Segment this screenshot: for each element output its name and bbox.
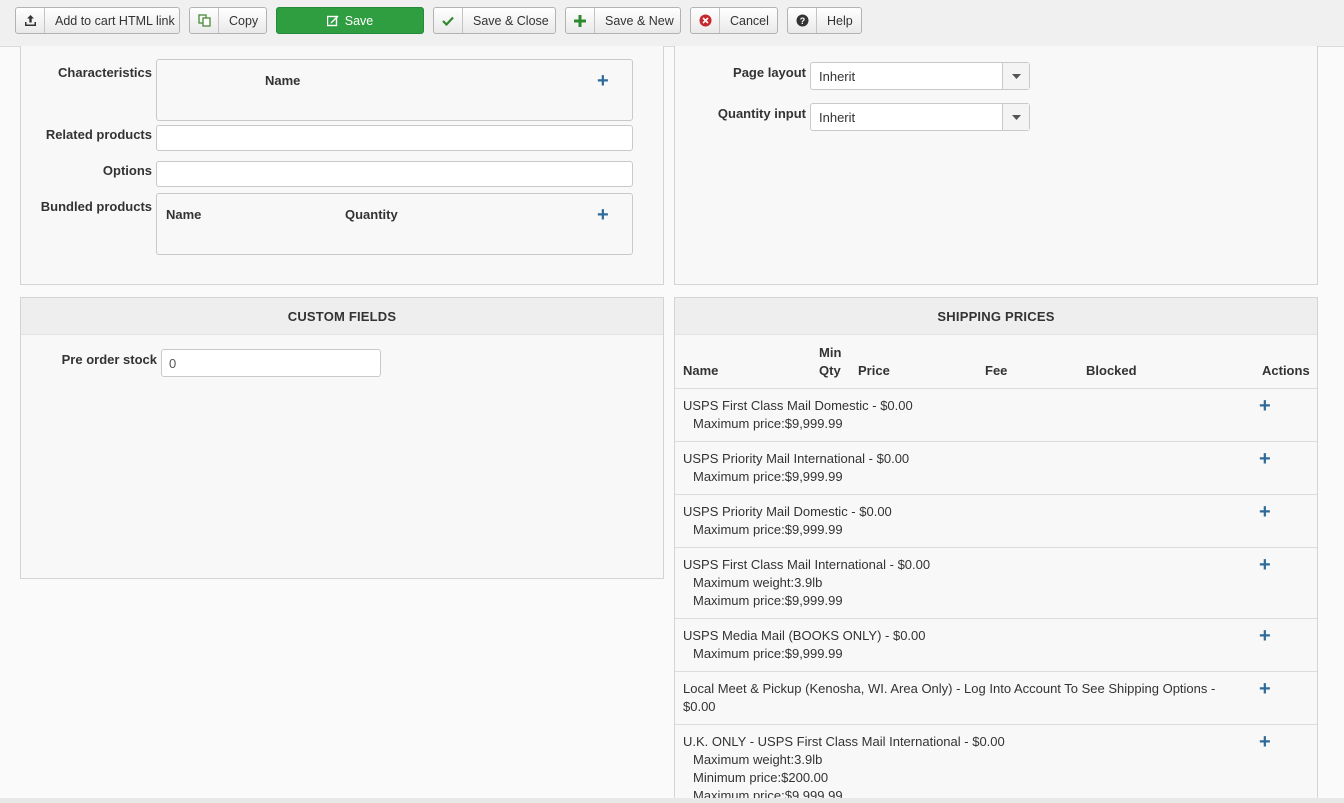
shipping-col-blocked: Blocked bbox=[1086, 363, 1137, 378]
toolbar: Add to cart HTML link Copy Save Save & C… bbox=[0, 0, 1344, 47]
shipping-row-name: USPS First Class Mail Domestic - $0.00 bbox=[683, 398, 913, 413]
shipping-row-detail: Maximum price:$9,999.99 bbox=[693, 646, 843, 661]
cancel-button[interactable]: Cancel bbox=[690, 7, 778, 34]
page-layout-value: Inherit bbox=[819, 68, 856, 84]
edit-icon bbox=[326, 15, 339, 27]
shipping-row: Local Meet & Pickup (Kenosha, WI. Area O… bbox=[675, 671, 1317, 724]
shipping-row-detail: Maximum price:$9,999.99 bbox=[693, 469, 843, 484]
pre-order-stock-input[interactable] bbox=[161, 349, 381, 377]
bundled-products-table: Name Quantity + bbox=[156, 193, 633, 255]
question-icon: ? bbox=[788, 8, 817, 33]
add-shipping-price-plus-icon[interactable]: + bbox=[1259, 449, 1271, 469]
plus-icon bbox=[566, 8, 595, 33]
characteristics-label: Characteristics bbox=[58, 65, 152, 80]
shipping-col-price: Price bbox=[858, 363, 890, 378]
characteristics-table: Name + bbox=[156, 59, 633, 121]
add-shipping-price-plus-icon[interactable]: + bbox=[1259, 626, 1271, 646]
save-and-close-button[interactable]: Save & Close bbox=[433, 7, 556, 34]
cancel-label: Cancel bbox=[730, 13, 769, 28]
shipping-row: USPS Priority Mail Domestic - $0.00 Maxi… bbox=[675, 494, 1317, 547]
upload-icon bbox=[16, 8, 45, 33]
shipping-row-detail: Maximum weight:3.9lb bbox=[693, 752, 823, 767]
save-and-new-label: Save & New bbox=[605, 13, 674, 28]
shipping-row-detail: Maximum price:$9,999.99 bbox=[693, 522, 843, 537]
characteristics-name-header: Name bbox=[265, 73, 301, 88]
horizontal-scrollbar[interactable] bbox=[0, 798, 1344, 803]
shipping-row: USPS First Class Mail Domestic - $0.00 M… bbox=[675, 388, 1317, 441]
shipping-row-name: U.K. ONLY - USPS First Class Mail Intern… bbox=[683, 734, 1005, 749]
save-and-close-label: Save & Close bbox=[473, 13, 549, 28]
quantity-input-value: Inherit bbox=[819, 109, 856, 125]
copy-label: Copy bbox=[229, 13, 259, 28]
add-shipping-price-plus-icon[interactable]: + bbox=[1259, 502, 1271, 522]
save-button[interactable]: Save bbox=[276, 7, 424, 34]
shipping-col-min: Min bbox=[819, 345, 842, 360]
shipping-row: USPS Media Mail (BOOKS ONLY) - $0.00 Max… bbox=[675, 618, 1317, 671]
shipping-row-name: USPS Media Mail (BOOKS ONLY) - $0.00 bbox=[683, 628, 926, 643]
help-button[interactable]: ? Help bbox=[787, 7, 862, 34]
display-panel: Page layout Inherit Quantity input Inher… bbox=[674, 46, 1318, 285]
help-label: Help bbox=[827, 13, 853, 28]
shipping-row-name: USPS First Class Mail International - $0… bbox=[683, 557, 931, 572]
bundled-name-header: Name bbox=[166, 207, 202, 222]
shipping-row-name: Local Meet & Pickup (Kenosha, WI. Area O… bbox=[683, 681, 1216, 714]
shipping-prices-panel: SHIPPING PRICES Name Min Qty Price Fee B… bbox=[674, 297, 1318, 803]
add-to-cart-html-link-label: Add to cart HTML link bbox=[55, 13, 175, 28]
custom-fields-title: CUSTOM FIELDS bbox=[21, 298, 663, 335]
page-layout-label: Page layout bbox=[733, 65, 806, 80]
related-products-label: Related products bbox=[45, 127, 152, 142]
options-input[interactable] bbox=[156, 161, 633, 187]
shipping-col-qty: Qty bbox=[819, 363, 841, 378]
add-shipping-price-plus-icon[interactable]: + bbox=[1259, 555, 1271, 575]
save-label: Save bbox=[344, 13, 374, 28]
shipping-row-name: USPS Priority Mail International - $0.00 bbox=[683, 451, 910, 466]
chevron-down-icon bbox=[1002, 104, 1029, 130]
custom-fields-panel: CUSTOM FIELDS Pre order stock bbox=[20, 297, 664, 579]
copy-icon bbox=[190, 8, 219, 33]
add-to-cart-html-link-button[interactable]: Add to cart HTML link bbox=[15, 7, 180, 34]
shipping-row-detail: Maximum price:$9,999.99 bbox=[693, 593, 843, 608]
shipping-row: U.K. ONLY - USPS First Class Mail Intern… bbox=[675, 724, 1317, 803]
shipping-col-name: Name bbox=[683, 363, 719, 378]
shipping-col-fee: Fee bbox=[985, 363, 1008, 378]
add-characteristic-plus-icon[interactable]: + bbox=[597, 71, 609, 91]
add-shipping-price-plus-icon[interactable]: + bbox=[1259, 732, 1271, 752]
add-shipping-price-plus-icon[interactable]: + bbox=[1259, 679, 1271, 699]
shipping-col-actions: Actions bbox=[1262, 363, 1310, 378]
shipping-row-detail: Minimum price:$200.00 bbox=[693, 770, 829, 785]
page-layout-select[interactable]: Inherit bbox=[810, 62, 1030, 90]
svg-text:?: ? bbox=[799, 16, 805, 26]
copy-button[interactable]: Copy bbox=[189, 7, 267, 34]
cancel-icon bbox=[691, 8, 720, 33]
check-icon bbox=[434, 8, 463, 33]
quantity-input-select[interactable]: Inherit bbox=[810, 103, 1030, 131]
bundled-products-label: Bundled products bbox=[40, 199, 152, 214]
shipping-row: USPS Priority Mail International - $0.00… bbox=[675, 441, 1317, 494]
save-and-new-button[interactable]: Save & New bbox=[565, 7, 681, 34]
add-bundled-product-plus-icon[interactable]: + bbox=[597, 205, 609, 225]
quantity-input-label: Quantity input bbox=[717, 106, 806, 121]
shipping-row-detail: Maximum price:$9,999.99 bbox=[693, 416, 843, 431]
shipping-prices-title: SHIPPING PRICES bbox=[675, 298, 1317, 335]
options-label: Options bbox=[102, 163, 152, 178]
related-products-input[interactable] bbox=[156, 125, 633, 151]
add-shipping-price-plus-icon[interactable]: + bbox=[1259, 396, 1271, 416]
shipping-row: USPS First Class Mail International - $0… bbox=[675, 547, 1317, 618]
pre-order-stock-label: Pre order stock bbox=[61, 352, 157, 367]
bundled-quantity-header: Quantity bbox=[345, 207, 398, 222]
shipping-row-detail: Maximum weight:3.9lb bbox=[693, 575, 823, 590]
shipping-row-name: USPS Priority Mail Domestic - $0.00 bbox=[683, 504, 892, 519]
relations-panel: Characteristics Name + Related products … bbox=[20, 46, 664, 285]
chevron-down-icon bbox=[1002, 63, 1029, 89]
